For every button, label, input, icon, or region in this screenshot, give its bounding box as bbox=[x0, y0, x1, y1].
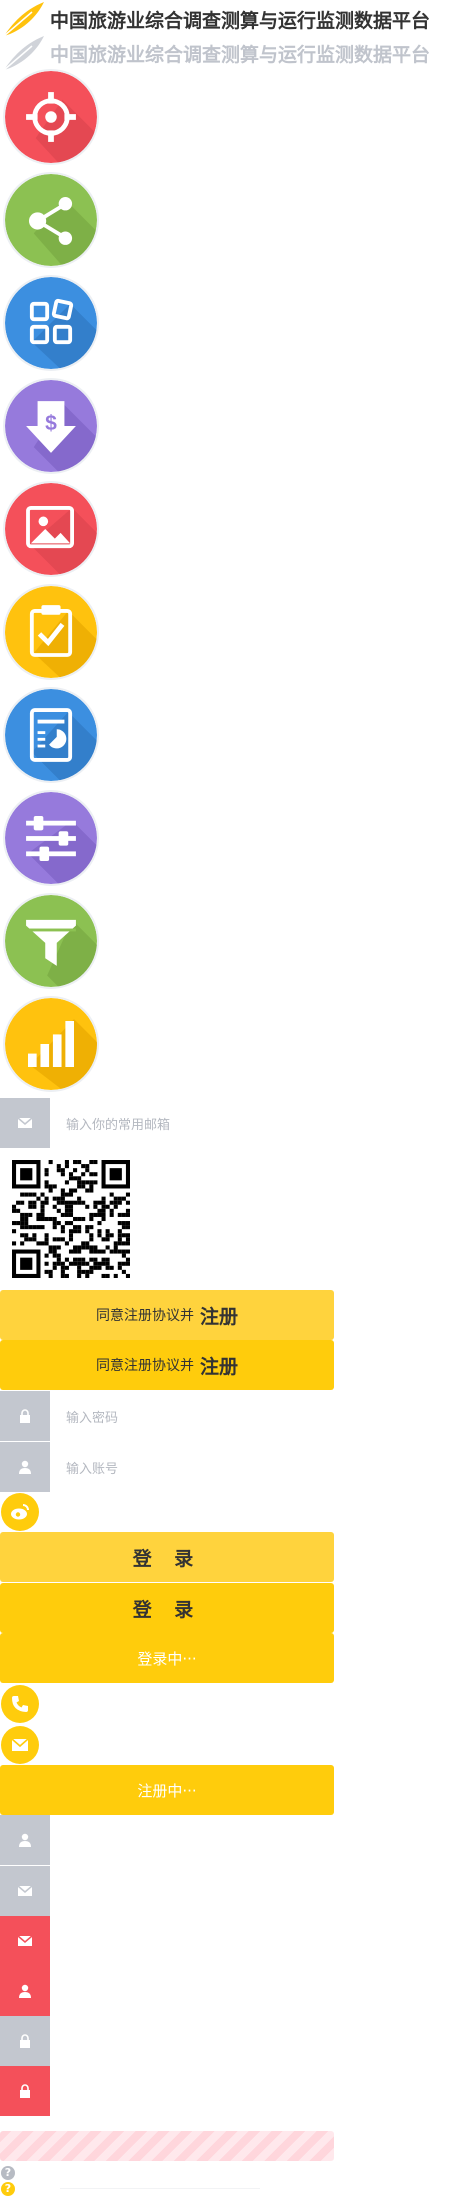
agree-text: 同意注册协议并 bbox=[95, 1308, 194, 1324]
page-title: 中国旅游业综合调查测算与运行监测数据平台 bbox=[50, 10, 431, 32]
image-icon[interactable] bbox=[3, 481, 99, 577]
filter-icon[interactable] bbox=[3, 893, 99, 989]
logging-in-label: 登录中··· bbox=[137, 1649, 197, 1668]
weibo-icon[interactable] bbox=[1, 1493, 39, 1531]
register-label: 注册 bbox=[199, 1355, 238, 1378]
mail-icon bbox=[0, 1866, 50, 1916]
login-button[interactable]: 登 录 bbox=[0, 1532, 334, 1582]
password-placeholder: 输入密码 bbox=[66, 1411, 119, 1426]
account-field-error[interactable] bbox=[0, 1966, 334, 2016]
clipboard-check-icon[interactable] bbox=[3, 584, 99, 680]
mail-icon bbox=[0, 1916, 50, 1966]
download-dollar-icon[interactable]: $ bbox=[3, 378, 99, 474]
svg-text:$: $ bbox=[45, 412, 57, 435]
login-label: 登 录 bbox=[132, 1547, 202, 1570]
target-icon[interactable] bbox=[3, 69, 99, 165]
qr-code-icon bbox=[12, 1160, 130, 1278]
user-icon bbox=[0, 1442, 50, 1492]
share-icon[interactable] bbox=[3, 172, 99, 268]
agree-register-button-active[interactable]: 同意注册协议并 注册 bbox=[0, 1340, 334, 1390]
email-field-error[interactable] bbox=[0, 1916, 334, 1966]
sliders-icon[interactable] bbox=[3, 790, 99, 886]
registering-button[interactable]: 注册中··· bbox=[0, 1765, 334, 1815]
help-icon[interactable]: ? bbox=[1, 2166, 15, 2180]
report-chart-icon[interactable] bbox=[3, 687, 99, 783]
register-label: 注册 bbox=[199, 1305, 238, 1328]
registering-label: 注册中··· bbox=[137, 1781, 197, 1800]
account-field[interactable]: 输入账号 bbox=[0, 1442, 334, 1492]
mail-circle-icon[interactable] bbox=[1, 1726, 39, 1764]
header-bar-faded: 中国旅游业综合调查测算与运行监测数据平台 bbox=[0, 34, 460, 74]
page-title-faded: 中国旅游业综合调查测算与运行监测数据平台 bbox=[50, 44, 431, 66]
password-field-error[interactable] bbox=[0, 2066, 334, 2116]
email-field[interactable]: 输入你的常用邮箱 bbox=[0, 1098, 334, 1148]
feather-logo-icon bbox=[3, 36, 44, 71]
user-icon bbox=[0, 1966, 50, 2016]
help-icon-active[interactable]: ? bbox=[1, 2182, 15, 2196]
logging-in-button[interactable]: 登录中··· bbox=[0, 1633, 334, 1683]
striped-progress-bar bbox=[0, 2131, 334, 2161]
lock-icon bbox=[0, 1391, 50, 1441]
bar-chart-icon[interactable] bbox=[3, 996, 99, 1092]
lock-icon bbox=[0, 2016, 50, 2066]
login-label: 登 录 bbox=[132, 1598, 202, 1621]
email-placeholder: 输入你的常用邮箱 bbox=[66, 1118, 171, 1133]
agree-register-button[interactable]: 同意注册协议并 注册 bbox=[0, 1290, 334, 1340]
login-button-active[interactable]: 登 录 bbox=[0, 1583, 334, 1633]
feather-logo-icon bbox=[3, 2, 44, 37]
mail-icon bbox=[0, 1098, 50, 1148]
divider bbox=[60, 2188, 260, 2189]
lock-icon bbox=[0, 2066, 50, 2116]
phone-icon[interactable] bbox=[1, 1685, 39, 1723]
email-field-empty[interactable] bbox=[0, 1866, 334, 1916]
apps-grid-icon[interactable] bbox=[3, 275, 99, 371]
user-icon bbox=[0, 1815, 50, 1865]
password-field-empty[interactable] bbox=[0, 2016, 334, 2066]
password-field[interactable]: 输入密码 bbox=[0, 1391, 334, 1441]
account-field-empty[interactable] bbox=[0, 1815, 334, 1865]
account-placeholder: 输入账号 bbox=[66, 1462, 119, 1477]
agree-text: 同意注册协议并 bbox=[95, 1358, 194, 1374]
